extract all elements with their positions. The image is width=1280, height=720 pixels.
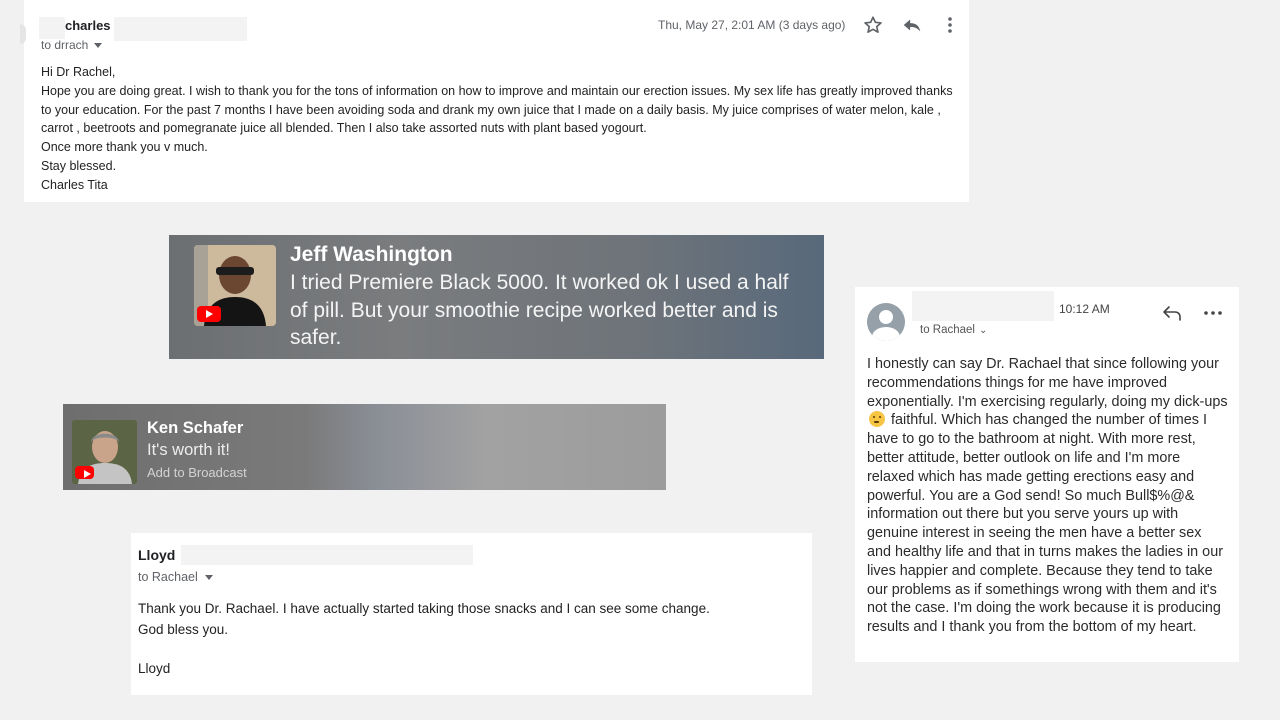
email-card-charles: charles to drrach Thu, May 27, 2:01 AM (… — [20, 0, 969, 202]
add-to-broadcast-link[interactable]: Add to Broadcast — [147, 465, 247, 480]
body-line: Thank you Dr. Rachael. I have actually s… — [138, 601, 710, 616]
body-text: faithful. Which has changed the number o… — [867, 412, 1223, 636]
email-card-lloyd: Lloyd to Rachael Thank you Dr. Rachael. … — [131, 533, 812, 695]
reply-icon[interactable] — [1161, 303, 1183, 323]
caret-down-icon — [204, 574, 213, 580]
body-line: Once more thank you v much. — [41, 140, 208, 155]
email-body: Thank you Dr. Rachael. I have actually s… — [138, 598, 798, 640]
email-card-outlook: 10:12 AM to Rachael ⌄ I honestly can say… — [855, 287, 1239, 662]
more-horizontal-icon[interactable] — [1202, 305, 1224, 321]
email-body: Hi Dr Rachel, Hope you are doing great. … — [41, 63, 961, 195]
youtube-icon — [75, 466, 94, 479]
avatar-icon — [867, 303, 905, 341]
reply-icon[interactable] — [901, 14, 923, 36]
more-vert-icon[interactable] — [940, 14, 960, 36]
chevron-down-icon: ⌄ — [978, 324, 988, 336]
avatar — [72, 420, 137, 484]
shushing-face-emoji-icon — [869, 411, 885, 428]
recipient-dropdown[interactable]: to drrach — [41, 38, 103, 52]
body-line: Stay blessed. — [41, 158, 117, 173]
body-line: Charles Tita — [41, 177, 108, 192]
commenter-name: Jeff Washington — [290, 243, 453, 266]
redacted-block — [39, 17, 65, 39]
body-line: Hi Dr Rachel, — [41, 65, 116, 79]
comment-card-ken: Ken Schafer It's worth it! Add to Broadc… — [63, 404, 666, 490]
body-line: God bless you. — [138, 622, 229, 637]
recipient-label: to Rachael — [920, 324, 975, 336]
avatar — [194, 245, 276, 326]
email-time: 10:12 AM — [1059, 302, 1110, 316]
redacted-block — [114, 17, 247, 41]
email-body: I honestly can say Dr. Rachael that sinc… — [867, 355, 1229, 637]
body-line: Hope you are doing great. I wish to than… — [41, 83, 953, 136]
star-icon[interactable] — [862, 14, 884, 36]
comment-card-jeff: Jeff Washington I tried Premiere Black 5… — [169, 235, 824, 359]
recipient-label: to Rachael — [138, 570, 198, 584]
comment-text: I tried Premiere Black 5000. It worked o… — [290, 271, 789, 349]
recipient-dropdown[interactable]: to Rachael ⌄ — [920, 324, 987, 336]
sender-name: charles — [65, 18, 111, 33]
redacted-block — [912, 291, 1054, 321]
commenter-name: Ken Schafer — [147, 419, 244, 437]
signature: Lloyd — [138, 661, 171, 676]
redacted-block — [181, 545, 473, 565]
sender-name: Lloyd — [138, 547, 176, 563]
recipient-dropdown[interactable]: to Rachael — [138, 570, 213, 584]
recipient-label: to drrach — [41, 38, 89, 52]
body-text: I honestly can say Dr. Rachael that sinc… — [867, 356, 1228, 410]
avatar — [20, 24, 26, 44]
comment-text: It's worth it! — [147, 441, 230, 459]
caret-down-icon — [94, 42, 103, 48]
youtube-icon — [197, 306, 221, 322]
email-date: Thu, May 27, 2:01 AM (3 days ago) — [658, 18, 846, 32]
